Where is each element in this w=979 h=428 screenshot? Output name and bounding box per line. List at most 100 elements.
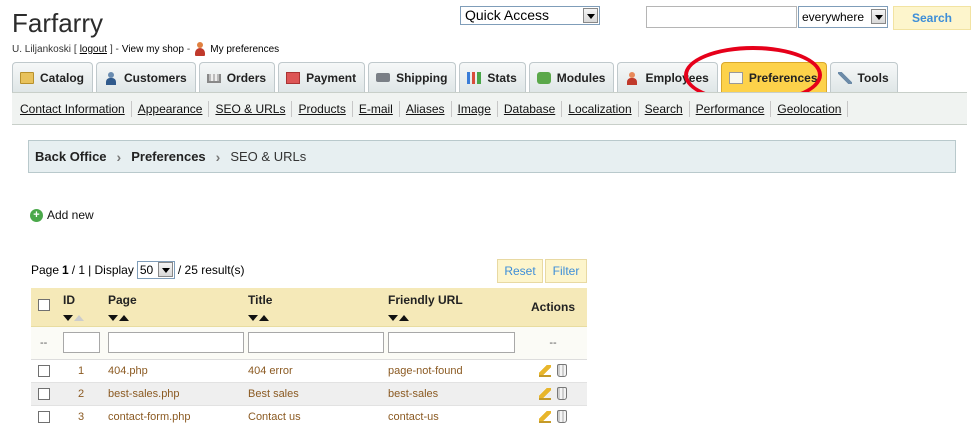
row-title: 404 error bbox=[248, 359, 388, 383]
row-checkbox[interactable] bbox=[38, 410, 50, 423]
stats-icon bbox=[467, 71, 482, 84]
subnav-search[interactable]: Search bbox=[639, 100, 690, 117]
user-name: U. Liljankoski bbox=[12, 43, 71, 55]
customers-icon bbox=[104, 71, 118, 85]
column-id-header: ID bbox=[63, 293, 75, 307]
subnav-geolocation[interactable]: Geolocation bbox=[771, 100, 849, 117]
my-preferences-link[interactable]: My preferences bbox=[210, 44, 279, 55]
row-checkbox[interactable] bbox=[38, 387, 50, 400]
reset-button[interactable]: Reset bbox=[497, 259, 543, 283]
sort-icon[interactable] bbox=[388, 310, 519, 321]
row-title: Best sales bbox=[248, 382, 388, 406]
search-scope-value: everywhere bbox=[802, 10, 865, 24]
modules-icon bbox=[536, 71, 551, 84]
tab-payment[interactable]: Payment bbox=[278, 62, 366, 92]
subnav-performance[interactable]: Performance bbox=[690, 100, 772, 117]
tab-orders[interactable]: Orders bbox=[198, 62, 276, 92]
results-count: / 25 result(s) bbox=[177, 263, 245, 277]
search-input[interactable] bbox=[646, 6, 797, 28]
row-id: 3 bbox=[63, 405, 108, 428]
edit-icon[interactable] bbox=[539, 410, 551, 423]
sort-icon[interactable] bbox=[248, 310, 388, 321]
breadcrumb-root[interactable]: Back Office bbox=[35, 149, 107, 164]
subnav-appearance[interactable]: Appearance bbox=[132, 100, 210, 117]
chevron-down-icon bbox=[583, 8, 598, 23]
filter-id-input[interactable] bbox=[63, 332, 100, 353]
subnav-aliases[interactable]: Aliases bbox=[400, 100, 452, 117]
page-current: 1 bbox=[62, 263, 69, 277]
sort-icon[interactable] bbox=[108, 310, 248, 321]
row-checkbox[interactable] bbox=[38, 364, 50, 377]
search-scope-select[interactable]: everywhere bbox=[798, 6, 888, 28]
sort-icon[interactable] bbox=[63, 310, 108, 321]
edit-icon[interactable] bbox=[539, 364, 551, 377]
row-friendly-url: contact-us bbox=[388, 405, 519, 428]
view-shop-link[interactable]: View my shop bbox=[122, 44, 184, 55]
shipping-icon bbox=[376, 73, 391, 82]
filter-button[interactable]: Filter bbox=[545, 259, 587, 283]
filter-title-input[interactable] bbox=[248, 332, 384, 353]
subnav-products[interactable]: Products bbox=[292, 100, 353, 117]
employee-icon bbox=[193, 42, 207, 56]
column-friendly-url-header: Friendly URL bbox=[388, 293, 463, 307]
tools-icon bbox=[837, 71, 852, 84]
row-id: 1 bbox=[63, 359, 108, 383]
table-row[interactable]: 2 best-sales.php Best sales best-sales bbox=[31, 382, 587, 406]
table-header-row: ID Page Title Friendly URL Actions bbox=[31, 288, 587, 327]
tab-modules[interactable]: Modules bbox=[528, 62, 615, 92]
tab-catalog[interactable]: Catalog bbox=[12, 62, 94, 92]
row-id: 2 bbox=[63, 382, 108, 406]
select-all-checkbox[interactable] bbox=[38, 299, 50, 311]
pagination: Page 1 / 1 | Display 50 / 25 result(s) bbox=[31, 261, 245, 279]
add-new-button[interactable]: + Add new bbox=[30, 208, 94, 222]
tab-tools[interactable]: Tools bbox=[829, 62, 898, 92]
search-button[interactable]: Search bbox=[893, 6, 971, 30]
chevron-right-icon: › bbox=[116, 148, 122, 165]
edit-icon[interactable] bbox=[539, 387, 551, 400]
subnav-email[interactable]: E-mail bbox=[353, 100, 400, 117]
seo-urls-table: ID Page Title Friendly URL Actions -- --… bbox=[31, 288, 587, 428]
add-new-label: Add new bbox=[47, 208, 94, 222]
table-row[interactable]: 3 contact-form.php Contact us contact-us bbox=[31, 405, 587, 428]
employees-icon bbox=[625, 71, 639, 85]
breadcrumb-section[interactable]: Preferences bbox=[131, 149, 205, 164]
trash-icon[interactable] bbox=[557, 387, 567, 400]
subnav-localization[interactable]: Localization bbox=[562, 100, 639, 117]
per-page-select[interactable]: 50 bbox=[136, 261, 175, 279]
row-title: Contact us bbox=[248, 405, 388, 428]
preferences-icon bbox=[728, 71, 743, 84]
column-page-header: Page bbox=[108, 293, 137, 307]
breadcrumb: Back Office › Preferences › SEO & URLs bbox=[28, 140, 956, 173]
add-icon: + bbox=[30, 208, 43, 222]
shop-title: Farfarry bbox=[12, 8, 103, 38]
filter-friendly-url-input[interactable] bbox=[388, 332, 515, 353]
subnav-database[interactable]: Database bbox=[498, 100, 563, 117]
chevron-down-icon bbox=[871, 9, 886, 24]
subnav-seo-urls[interactable]: SEO & URLs bbox=[209, 100, 293, 117]
chevron-down-icon bbox=[157, 262, 173, 277]
breadcrumb-current: SEO & URLs bbox=[230, 149, 307, 164]
preferences-subnav: Contact Information Appearance SEO & URL… bbox=[12, 92, 967, 125]
tab-employees[interactable]: Employees bbox=[617, 62, 718, 92]
logout-link[interactable]: logout bbox=[80, 44, 107, 55]
main-tabs: Catalog Customers Orders Payment Shippin… bbox=[12, 62, 898, 92]
tab-customers[interactable]: Customers bbox=[96, 62, 196, 92]
row-page: best-sales.php bbox=[108, 382, 248, 406]
tab-preferences[interactable]: Preferences bbox=[720, 62, 827, 92]
trash-icon[interactable] bbox=[557, 410, 567, 423]
catalog-icon bbox=[20, 71, 34, 84]
table-row[interactable]: 1 404.php 404 error page-not-found bbox=[31, 359, 587, 383]
subnav-image[interactable]: Image bbox=[452, 100, 498, 117]
row-friendly-url: best-sales bbox=[388, 382, 519, 406]
filter-page-input[interactable] bbox=[108, 332, 244, 353]
tab-stats[interactable]: Stats bbox=[459, 62, 526, 92]
chevron-right-icon: › bbox=[215, 148, 221, 165]
tab-shipping[interactable]: Shipping bbox=[368, 62, 457, 92]
trash-icon[interactable] bbox=[557, 364, 567, 377]
row-page: contact-form.php bbox=[108, 405, 248, 428]
payment-icon bbox=[286, 71, 301, 84]
orders-icon bbox=[206, 74, 221, 83]
quick-access-select[interactable]: Quick Access bbox=[460, 6, 600, 25]
user-line: U. Liljankoski [ logout ] - View my shop… bbox=[12, 42, 280, 56]
subnav-contact-information[interactable]: Contact Information bbox=[14, 100, 132, 117]
